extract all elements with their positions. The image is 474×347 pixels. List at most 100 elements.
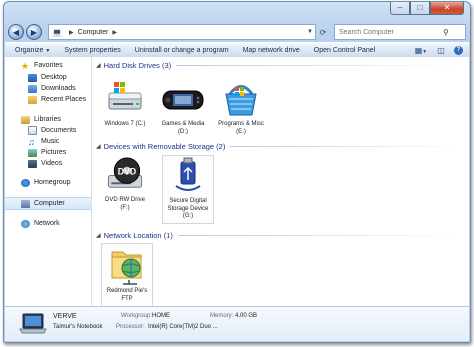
- explorer-window: – □ ✕ ◀ ▶ 💻 ▶ Computer ▶ ▼ ⟳ ⚲ Organize▼…: [3, 1, 471, 343]
- divider: [176, 65, 463, 66]
- computer-name: VERVE: [53, 313, 77, 320]
- drive-g[interactable]: Secure Digital Storage Device (G:): [162, 155, 214, 224]
- hard-drive-windows-icon: [108, 82, 142, 110]
- nav-computer[interactable]: Computer: [5, 197, 91, 210]
- drive-d[interactable]: Games & Media (D:): [158, 79, 208, 136]
- close-button[interactable]: ✕: [430, 2, 464, 15]
- group-header-hard-disk-drives[interactable]: ◢ Hard Disk Drives (3): [96, 60, 463, 71]
- drive-label-line2: Storage Device: [167, 205, 209, 212]
- nav-label: Network: [34, 220, 60, 227]
- group-header-removable-storage[interactable]: ◢ Devices with Removable Storage (2): [96, 141, 463, 152]
- collapse-icon[interactable]: ◢: [96, 62, 101, 69]
- change-view-icon[interactable]: ▦▼: [414, 46, 428, 55]
- chevron-down-icon: ▼: [45, 47, 51, 54]
- navigation-pane: ★ Favorites Desktop Downloads Recent Pla…: [5, 57, 92, 306]
- drive-label: Games & Media: [161, 121, 205, 127]
- nav-label: Music: [41, 138, 60, 145]
- divider: [177, 235, 463, 236]
- nav-label: Computer: [34, 200, 65, 207]
- processor-value: Intel(R) Core(TM)2 Duo ...: [148, 324, 218, 330]
- drive-label: Programs & Misc: [218, 121, 264, 127]
- refresh-icon[interactable]: ⟳: [316, 28, 330, 37]
- breadcrumb-arrow-icon[interactable]: ▶: [112, 29, 117, 36]
- drive-label-letter: (E:): [236, 128, 246, 135]
- laptop-icon: [19, 313, 47, 334]
- location-label-line2: FTP: [121, 295, 133, 302]
- minimize-button[interactable]: –: [390, 2, 410, 15]
- pictures-icon: [28, 148, 37, 157]
- nav-homegroup[interactable]: Homegroup: [5, 177, 91, 188]
- nav-label: Videos: [41, 160, 63, 167]
- search-icon[interactable]: ⚲: [443, 28, 449, 37]
- nav-label: Downloads: [41, 85, 76, 92]
- nav-pictures[interactable]: Pictures: [5, 147, 91, 158]
- drive-label-letter: (D:): [178, 128, 188, 135]
- desktop-icon: [28, 73, 37, 82]
- nav-label: Favorites: [34, 62, 63, 69]
- downloads-icon: [28, 84, 37, 93]
- drive-label: Windows 7 (C:): [104, 121, 146, 127]
- drive-e[interactable]: Programs & Misc (E:): [216, 79, 266, 136]
- preview-pane-icon[interactable]: ◫: [434, 46, 448, 55]
- nav-favorites[interactable]: ★ Favorites: [5, 60, 91, 71]
- star-icon: ★: [21, 60, 30, 71]
- view-controls: ▦▼ ◫ ?: [408, 45, 469, 55]
- videos-icon: [28, 159, 37, 168]
- shopping-basket-icon: [225, 85, 257, 116]
- open-control-panel-button[interactable]: Open Control Panel: [314, 47, 375, 54]
- address-bar[interactable]: 💻 ▶ Computer ▶ ▼: [48, 24, 316, 40]
- memory-label: Memory:: [210, 313, 234, 319]
- drive-c[interactable]: Windows 7 (C:): [100, 79, 150, 129]
- search-input[interactable]: [339, 28, 443, 36]
- group-header-network-location[interactable]: ◢ Network Location (1): [96, 230, 463, 241]
- computer-description: Taimur's Notebook: [53, 324, 103, 330]
- drive-f[interactable]: DVD DVD RW Drive (F:): [100, 156, 150, 212]
- workgroup-label: Workgroup:: [121, 313, 152, 319]
- computer-icon: [21, 199, 30, 208]
- network-icon: [21, 219, 30, 228]
- uninstall-button[interactable]: Uninstall or change a program: [135, 47, 229, 54]
- details-pane: VERVE Taimur's Notebook Workgroup: HOME …: [5, 306, 469, 341]
- nav-label: Documents: [41, 127, 77, 134]
- breadcrumb-arrow-icon[interactable]: ▶: [69, 29, 74, 36]
- nav-label: Libraries: [34, 116, 61, 123]
- forward-button[interactable]: ▶: [26, 24, 42, 40]
- collapse-icon[interactable]: ◢: [96, 232, 101, 239]
- system-properties-button[interactable]: System properties: [64, 47, 120, 54]
- back-button[interactable]: ◀: [8, 24, 24, 40]
- help-icon[interactable]: ?: [454, 45, 463, 55]
- divider: [230, 146, 463, 147]
- breadcrumb-computer[interactable]: Computer: [78, 29, 109, 36]
- nav-videos[interactable]: Videos: [5, 158, 91, 169]
- nav-label: Recent Places: [41, 96, 87, 103]
- nav-network[interactable]: Network: [5, 218, 91, 229]
- chevron-down-icon[interactable]: ▼: [305, 29, 315, 35]
- nav-label: Desktop: [41, 74, 67, 81]
- collapse-icon[interactable]: ◢: [96, 143, 101, 150]
- psp-drive-icon: [162, 90, 204, 110]
- dvd-drive-icon: DVD: [107, 157, 143, 188]
- computer-icon: 💻: [52, 27, 62, 37]
- nav-label: Pictures: [41, 149, 67, 156]
- nav-downloads[interactable]: Downloads: [5, 83, 91, 94]
- organize-button[interactable]: Organize ▼: [15, 47, 50, 54]
- nav-music[interactable]: ♫ Music: [5, 136, 91, 147]
- processor-label: Processor:: [116, 324, 145, 330]
- drive-label: Secure Digital: [169, 198, 207, 204]
- caption-buttons: – □ ✕: [390, 2, 464, 16]
- nav-recent-places[interactable]: Recent Places: [5, 94, 91, 105]
- map-network-drive-button[interactable]: Map network drive: [243, 47, 300, 54]
- nav-desktop[interactable]: Desktop: [5, 72, 91, 83]
- network-location-ftp[interactable]: Redmond Pie's FTP: [101, 243, 153, 309]
- workgroup-value: HOME: [152, 313, 170, 319]
- nav-libraries[interactable]: Libraries: [5, 114, 91, 125]
- documents-icon: [28, 126, 37, 135]
- maximize-button[interactable]: □: [410, 2, 430, 15]
- nav-documents[interactable]: Documents: [5, 125, 91, 136]
- search-box[interactable]: ⚲: [334, 24, 466, 40]
- organize-label: Organize: [15, 46, 44, 54]
- group-title: Hard Disk Drives (3): [103, 61, 172, 70]
- usb-drive-icon: [175, 157, 201, 191]
- recent-places-icon: [28, 95, 37, 104]
- drive-label: DVD RW Drive (F:): [105, 197, 145, 211]
